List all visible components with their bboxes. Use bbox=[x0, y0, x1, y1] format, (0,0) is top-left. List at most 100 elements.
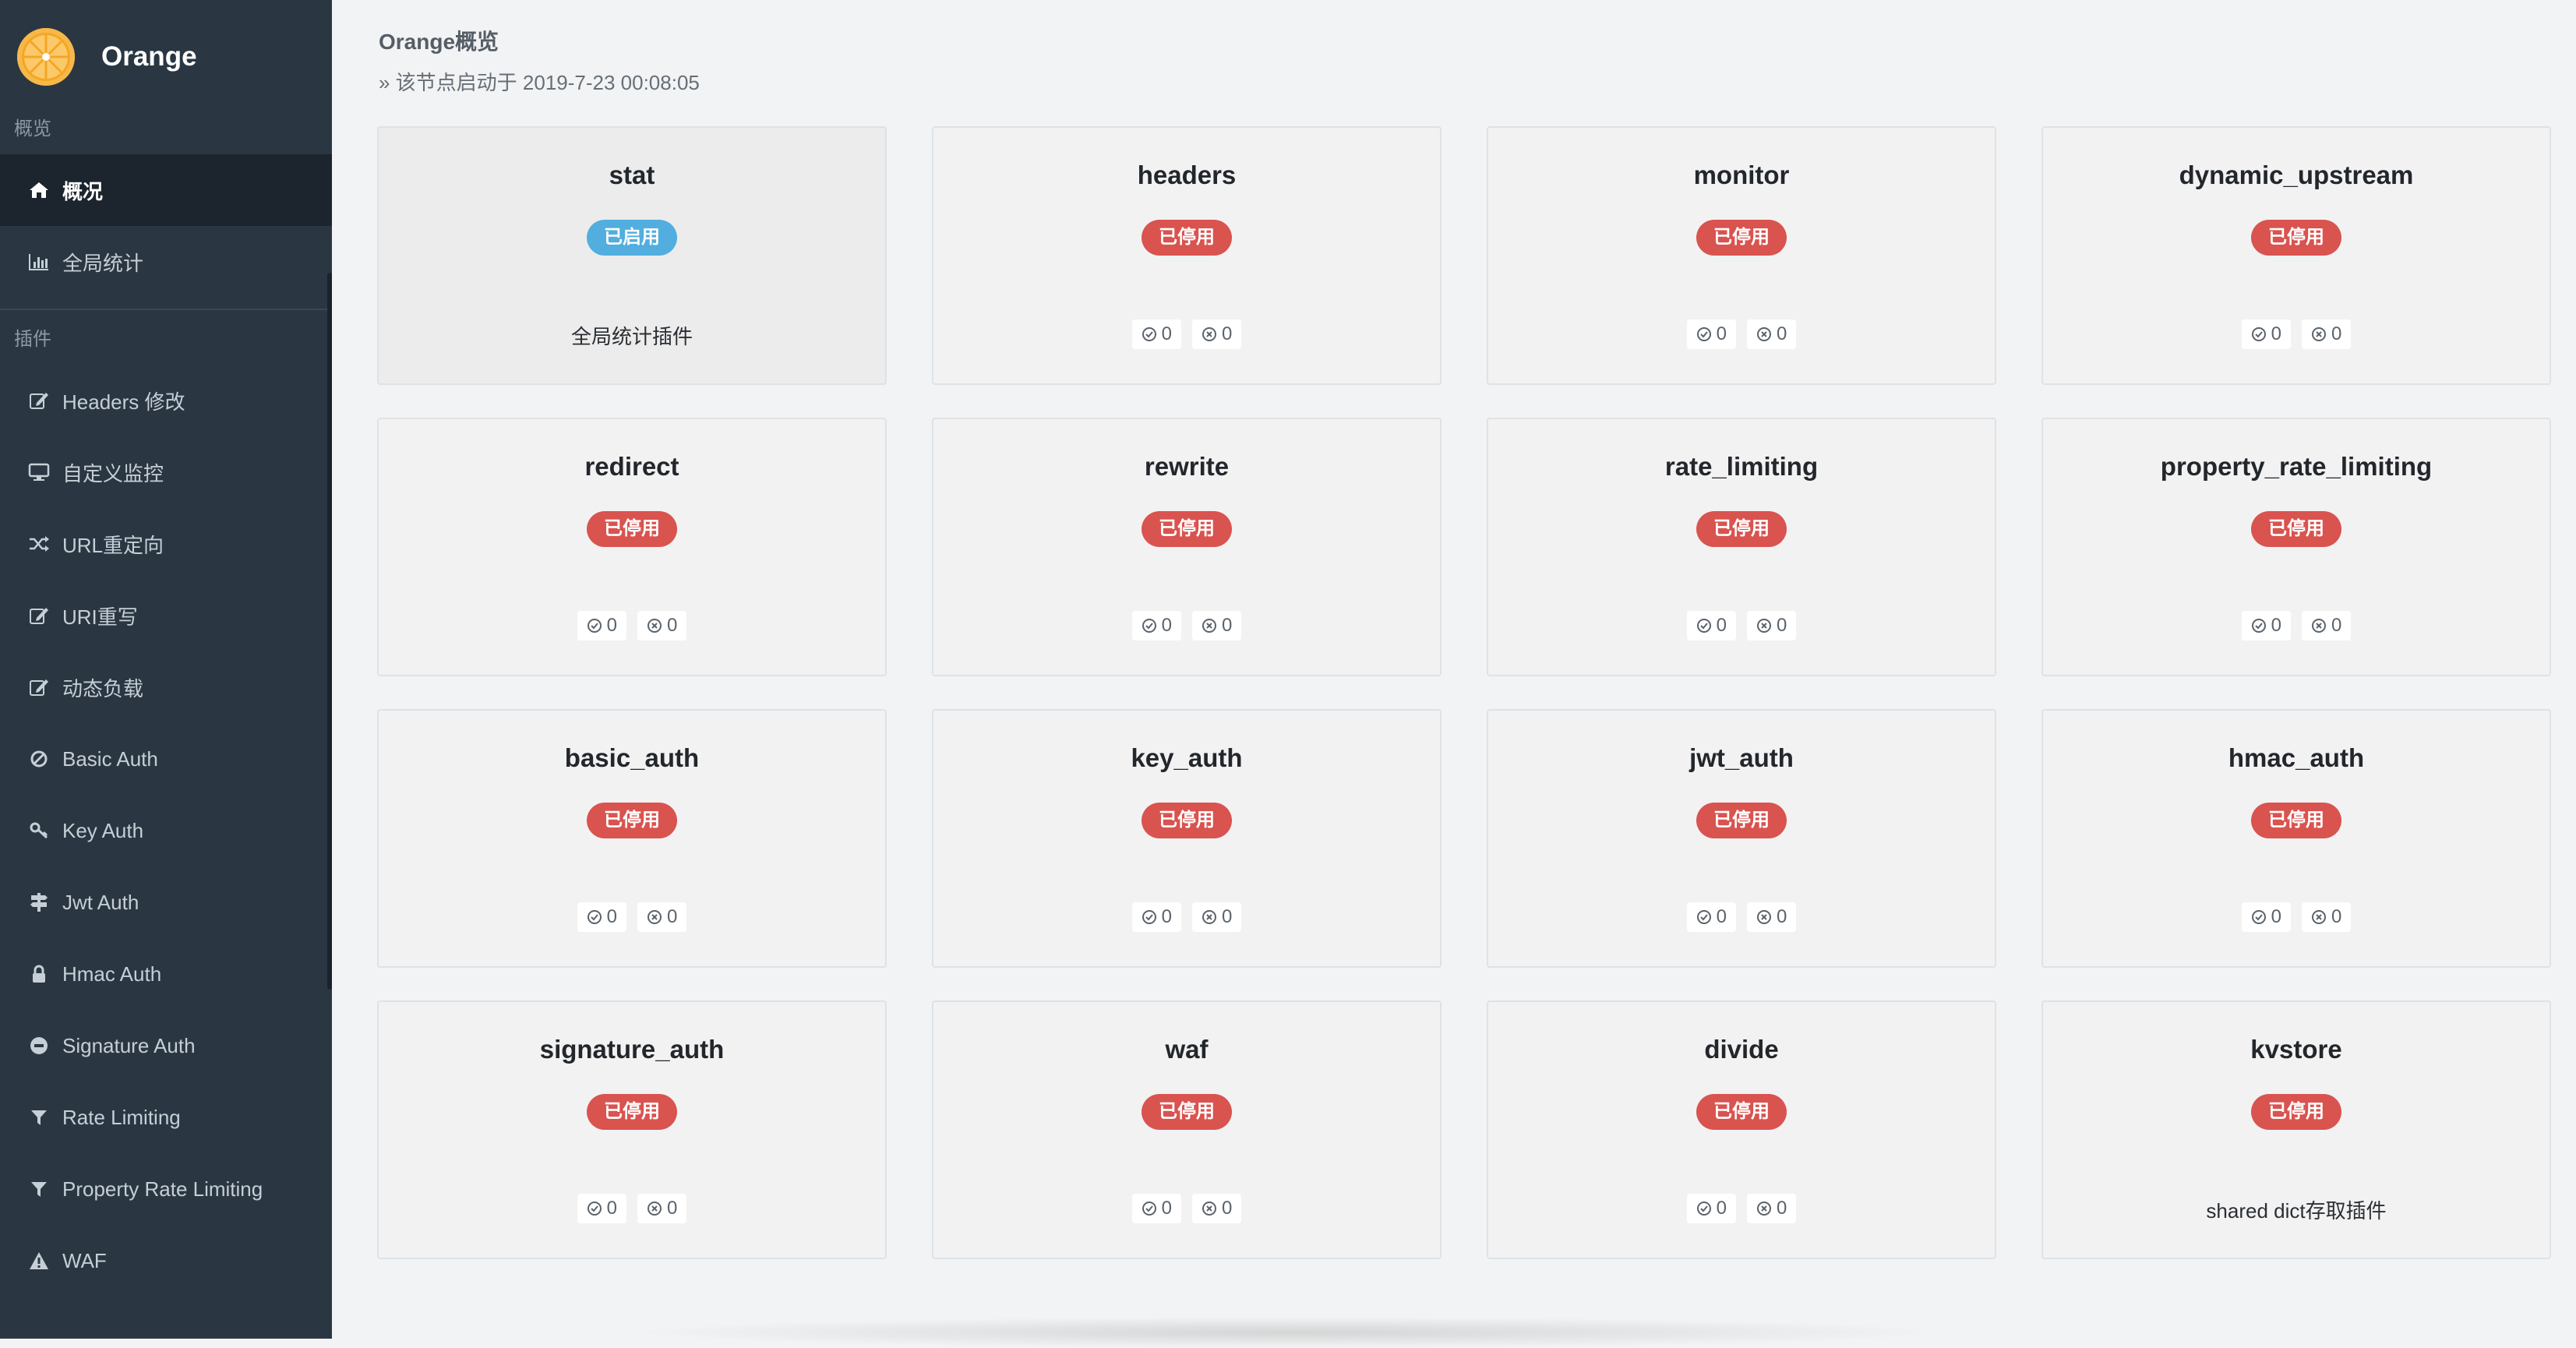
plugin-card[interactable]: stat 已启用 全局统计插件 bbox=[377, 126, 887, 385]
times-circle-icon bbox=[1202, 326, 1222, 342]
plugin-card[interactable]: rate_limiting 已停用 0 0 bbox=[1487, 418, 1996, 676]
success-count: 0 bbox=[2271, 906, 2281, 927]
brand[interactable]: Orange bbox=[0, 0, 332, 114]
error-count: 0 bbox=[1777, 323, 1787, 344]
success-count: 0 bbox=[2271, 615, 2281, 636]
sidebar-item-property-rate-limiting[interactable]: Property Rate Limiting bbox=[0, 1153, 332, 1225]
plugin-name: monitor bbox=[1693, 161, 1790, 189]
error-count: 0 bbox=[2331, 615, 2342, 636]
check-circle-icon bbox=[2251, 618, 2271, 633]
status-badge: 已停用 bbox=[2251, 220, 2341, 256]
sidebar-item-monitor[interactable]: 自定义监控 bbox=[0, 436, 332, 508]
sidebar-item-waf[interactable]: WAF bbox=[0, 1225, 332, 1297]
error-count: 0 bbox=[1222, 1198, 1233, 1219]
plugin-name: stat bbox=[609, 161, 655, 189]
success-count: 0 bbox=[606, 1198, 617, 1219]
plugin-card[interactable]: hmac_auth 已停用 0 0 bbox=[2041, 709, 2551, 968]
plugin-card[interactable]: key_auth 已停用 0 0 bbox=[932, 709, 1442, 968]
sidebar-item-label: Basic Auth bbox=[62, 746, 158, 771]
home-icon bbox=[26, 178, 51, 203]
error-count: 0 bbox=[2331, 906, 2342, 927]
plugin-counts: 00 bbox=[379, 611, 885, 640]
plugin-counts: 00 bbox=[1488, 611, 1995, 640]
plugin-name: basic_auth bbox=[564, 743, 700, 772]
status-badge: 已停用 bbox=[587, 1094, 677, 1130]
status-badge: 已停用 bbox=[1142, 1094, 1232, 1130]
signpost-icon bbox=[26, 890, 51, 915]
sidebar-item-label: Key Auth bbox=[62, 818, 144, 842]
sidebar-item-rewrite[interactable]: URI重写 bbox=[0, 580, 332, 651]
plugin-name: rate_limiting bbox=[1664, 452, 1819, 481]
success-count-chip: 0 bbox=[577, 1194, 626, 1223]
times-circle-icon bbox=[1756, 618, 1777, 633]
sidebar-item-key-auth[interactable]: Key Auth bbox=[0, 795, 332, 866]
plugin-card[interactable]: kvstore 已停用 shared dict存取插件 bbox=[2041, 1000, 2551, 1259]
sidebar-item-label: 动态负载 bbox=[62, 676, 144, 700]
error-count-chip: 0 bbox=[2302, 319, 2352, 349]
sidebar-item-jwt-auth[interactable]: Jwt Auth bbox=[0, 866, 332, 938]
success-count: 0 bbox=[1716, 615, 1727, 636]
success-count-chip: 0 bbox=[1131, 1194, 1181, 1223]
status-badge: 已停用 bbox=[1142, 511, 1232, 547]
plugin-name: key_auth bbox=[1131, 743, 1243, 772]
success-count-chip: 0 bbox=[2241, 611, 2291, 640]
sidebar-item-dynamic-upstream[interactable]: 动态负载 bbox=[0, 651, 332, 723]
sidebar-item-label: Headers 修改 bbox=[62, 390, 185, 414]
sidebar-item-hmac-auth[interactable]: Hmac Auth bbox=[0, 938, 332, 1010]
times-circle-icon bbox=[2311, 618, 2331, 633]
status-badge: 已停用 bbox=[2251, 803, 2341, 838]
plugin-card[interactable]: redirect 已停用 0 0 bbox=[377, 418, 887, 676]
sidebar-item-label: Signature Auth bbox=[62, 1033, 196, 1057]
sidebar-item-redirect[interactable]: URL重定向 bbox=[0, 508, 332, 580]
sidebar-item-label: 全局统计 bbox=[62, 251, 144, 275]
success-count: 0 bbox=[1716, 323, 1727, 344]
times-circle-icon bbox=[1756, 909, 1777, 925]
sidebar-item-signature-auth[interactable]: Signature Auth bbox=[0, 1010, 332, 1082]
plugin-card[interactable]: property_rate_limiting 已停用 0 0 bbox=[2041, 418, 2551, 676]
sidebar-item-overview[interactable]: 概况 bbox=[0, 154, 332, 226]
plugin-card[interactable]: headers 已停用 0 0 bbox=[932, 126, 1442, 385]
times-circle-icon bbox=[1202, 618, 1222, 633]
section-title-overview: 概览 bbox=[14, 118, 51, 139]
plugin-card[interactable]: waf 已停用 0 0 bbox=[932, 1000, 1442, 1259]
plugin-card[interactable]: basic_auth 已停用 0 0 bbox=[377, 709, 887, 968]
check-circle-icon bbox=[587, 1201, 607, 1216]
check-circle-icon bbox=[1142, 618, 1162, 633]
error-count-chip: 0 bbox=[1747, 1194, 1797, 1223]
sidebar-divider bbox=[0, 309, 332, 310]
check-circle-icon bbox=[1696, 909, 1717, 925]
plugin-card[interactable]: divide 已停用 0 0 bbox=[1487, 1000, 1996, 1259]
error-count: 0 bbox=[1777, 906, 1787, 927]
section-title-plugins: 插件 bbox=[14, 329, 51, 350]
check-circle-icon bbox=[2251, 909, 2271, 925]
plugin-description: shared dict存取插件 bbox=[2206, 1199, 2387, 1223]
status-badge: 已停用 bbox=[1142, 220, 1232, 256]
bar-chart-icon bbox=[26, 249, 51, 274]
orange-logo-icon bbox=[17, 28, 75, 86]
success-count-chip: 0 bbox=[2241, 319, 2291, 349]
status-badge: 已停用 bbox=[1696, 220, 1787, 256]
sidebar-item-label: URI重写 bbox=[62, 605, 138, 629]
success-count: 0 bbox=[606, 615, 617, 636]
sidebar-item-basic-auth[interactable]: Basic Auth bbox=[0, 723, 332, 795]
sidebar-item-global-stats[interactable]: 全局统计 bbox=[0, 226, 332, 298]
plugin-card[interactable]: signature_auth 已停用 0 0 bbox=[377, 1000, 887, 1259]
plugin-counts: 00 bbox=[933, 902, 1440, 932]
plugin-name: signature_auth bbox=[539, 1035, 725, 1064]
check-circle-icon bbox=[1696, 326, 1717, 342]
page-title: Orange概览 bbox=[379, 30, 499, 54]
plugin-name: headers bbox=[1137, 161, 1237, 189]
plugin-name: jwt_auth bbox=[1689, 743, 1794, 772]
sidebar-item-headers[interactable]: Headers 修改 bbox=[0, 365, 332, 436]
sidebar-item-rate-limiting[interactable]: Rate Limiting bbox=[0, 1082, 332, 1153]
plugin-card[interactable]: dynamic_upstream 已停用 0 0 bbox=[2041, 126, 2551, 385]
times-circle-icon bbox=[2311, 909, 2331, 925]
plugin-card[interactable]: rewrite 已停用 0 0 bbox=[932, 418, 1442, 676]
plugin-card[interactable]: jwt_auth 已停用 0 0 bbox=[1487, 709, 1996, 968]
error-count-chip: 0 bbox=[637, 611, 687, 640]
times-circle-icon bbox=[1756, 1201, 1777, 1216]
sidebar-item-label: 概况 bbox=[62, 179, 104, 203]
error-count-chip: 0 bbox=[1747, 319, 1797, 349]
plugin-card[interactable]: monitor 已停用 0 0 bbox=[1487, 126, 1996, 385]
status-badge: 已停用 bbox=[1696, 803, 1787, 838]
